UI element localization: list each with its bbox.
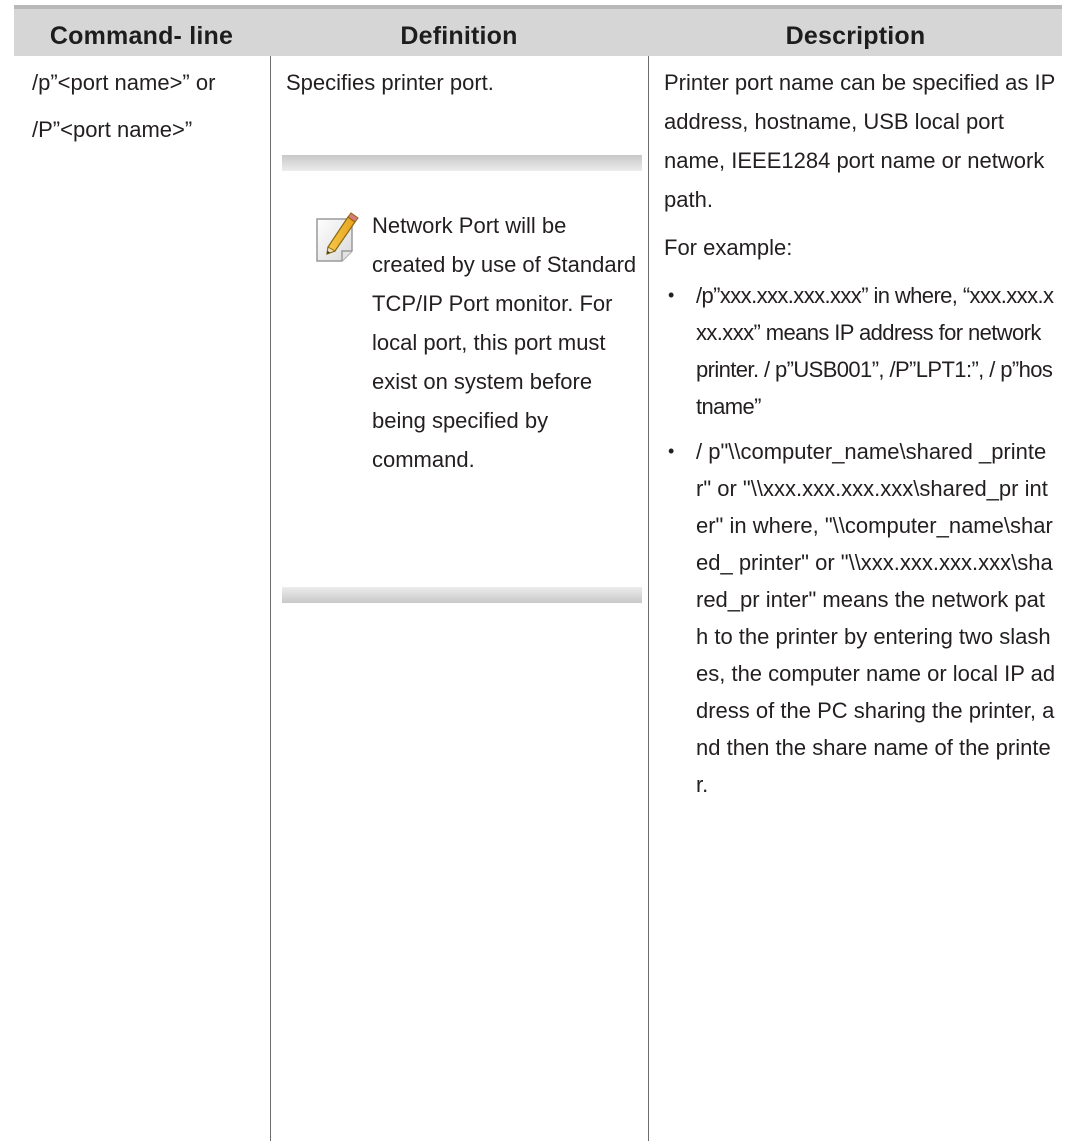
list-item: • / p"\\computer_name\shared _printer" o… bbox=[664, 433, 1056, 803]
description-cell: Printer port name can be specified as IP… bbox=[664, 63, 1056, 811]
note-box: Network Port will be created by use of S… bbox=[282, 155, 642, 603]
command-line-option-lower: /p”<port name>” or bbox=[32, 70, 216, 95]
example-list: • /p”xxx.xxx.xxx.xxx” in where, “xxx.xxx… bbox=[664, 277, 1056, 803]
note-top-bar bbox=[282, 155, 642, 171]
list-item-text: /p”xxx.xxx.xxx.xxx” in where, “xxx.xxx.x… bbox=[696, 283, 1054, 419]
column-divider bbox=[648, 56, 649, 1141]
command-line-cell: /p”<port name>” or /P”<port name>” bbox=[32, 63, 264, 149]
header-description: Description bbox=[785, 22, 926, 50]
header-command-line: Command- line bbox=[49, 22, 234, 50]
note-pencil-icon bbox=[314, 211, 362, 263]
list-item-text: / p"\\computer_name\shared _printer" or … bbox=[696, 439, 1056, 797]
definition-text: Specifies printer port. bbox=[286, 70, 494, 95]
column-divider bbox=[270, 56, 271, 1141]
header-definition: Definition bbox=[400, 22, 518, 50]
command-line-option-upper: /P”<port name>” bbox=[32, 117, 193, 142]
description-paragraph: Printer port name can be specified as IP… bbox=[664, 70, 1055, 212]
note-bottom-bar bbox=[282, 587, 642, 603]
command-line-table: Command- line Definition Description /p”… bbox=[14, 5, 1062, 1141]
document-page: Command- line Definition Description /p”… bbox=[14, 5, 1062, 1141]
note-text: Network Port will be created by use of S… bbox=[372, 213, 637, 472]
description-example-label: For example: bbox=[664, 235, 793, 260]
bullet-icon: • bbox=[668, 285, 674, 305]
bullet-icon: • bbox=[668, 441, 675, 461]
table-header-row: Command- line Definition Description bbox=[14, 5, 1062, 56]
list-item: • /p”xxx.xxx.xxx.xxx” in where, “xxx.xxx… bbox=[664, 277, 1056, 425]
